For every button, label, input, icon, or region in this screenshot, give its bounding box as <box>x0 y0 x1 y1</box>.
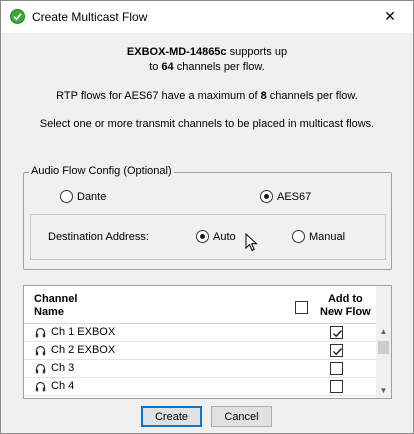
dante-radio-circle[interactable] <box>60 190 73 203</box>
dante-radio-label: Dante <box>77 190 107 203</box>
audio-flow-config-legend: Audio Flow Config (Optional) <box>29 165 174 177</box>
manual-radio-label: Manual <box>309 230 346 243</box>
supports-text: supports up <box>226 46 288 58</box>
scroll-down-icon[interactable]: ▼ <box>376 383 391 398</box>
select-all-checkbox[interactable] <box>295 301 308 314</box>
mouse-pointer-icon <box>245 233 258 252</box>
destination-address-label: Destination Address: <box>48 231 149 243</box>
aes67-radio-label: AES67 <box>277 190 312 203</box>
cancel-button[interactable]: Cancel <box>211 406 272 427</box>
add-to-new-flow-header: Add to New Flow <box>320 293 371 319</box>
green-check-icon <box>10 9 25 24</box>
device-support-line2: to 64 channels per flow. <box>1 61 413 73</box>
to-text: to <box>149 61 162 73</box>
scrollbar-thumb[interactable] <box>378 341 389 354</box>
per-flow-text: channels per flow. <box>173 61 265 73</box>
table-row[interactable]: Ch 3 <box>24 360 378 378</box>
table-row[interactable]: Ch 2 EXBOX <box>24 342 378 360</box>
auto-radio-label: Auto <box>213 230 236 243</box>
table-header: Channel Name Add to New Flow <box>24 286 378 324</box>
channel-table: Channel Name Add to New Flow Ch 1 EXBOX … <box>23 285 392 399</box>
table-row[interactable]: Ch 4 <box>24 378 378 396</box>
dante-radio[interactable]: Dante <box>60 190 106 203</box>
channel-name-header: Channel Name <box>34 293 77 319</box>
rtp-limit-text: RTP flows for AES67 have a maximum of 8 … <box>1 90 413 102</box>
manual-radio-circle[interactable] <box>292 230 305 243</box>
channel-count: 64 <box>161 61 174 73</box>
auto-radio[interactable]: Auto <box>196 230 236 243</box>
aes67-radio-circle[interactable] <box>260 190 273 203</box>
channel-name: Ch 4 <box>51 380 75 392</box>
rtp-prefix: RTP flows for AES67 have a maximum of <box>56 90 261 102</box>
add-to-flow-checkbox[interactable] <box>330 362 343 375</box>
channel-name: Ch 3 <box>51 362 75 374</box>
aes67-radio[interactable]: AES67 <box>260 190 311 203</box>
channel-header-line1: Channel <box>34 293 78 305</box>
channel-header-line2: Name <box>34 306 64 318</box>
table-row[interactable]: Ch 1 EXBOX <box>24 324 378 342</box>
manual-radio[interactable]: Manual <box>292 230 345 243</box>
add-to-flow-checkbox[interactable] <box>330 344 343 357</box>
rtp-suffix: channels per flow. <box>266 90 358 102</box>
create-multicast-flow-dialog: Create Multicast Flow ✕ EXBOX-MD-14865c … <box>0 0 414 434</box>
add-to-flow-checkbox[interactable] <box>330 326 343 339</box>
add-header-line2: New Flow <box>320 306 371 318</box>
close-icon: ✕ <box>384 8 396 24</box>
headphones-icon <box>35 381 46 392</box>
table-scrollbar[interactable]: ▲ ▼ <box>376 286 391 398</box>
headphones-icon <box>35 345 46 356</box>
headphones-icon <box>35 363 46 374</box>
add-to-flow-checkbox[interactable] <box>330 380 343 393</box>
channel-name: Ch 2 EXBOX <box>51 344 116 356</box>
window-title: Create Multicast Flow <box>32 10 148 24</box>
device-support-line1: EXBOX-MD-14865c supports up <box>1 46 413 58</box>
scroll-up-icon[interactable]: ▲ <box>376 324 391 339</box>
instruction-text: Select one or more transmit channels to … <box>39 118 375 130</box>
device-name: EXBOX-MD-14865c <box>126 46 227 58</box>
auto-radio-circle[interactable] <box>196 230 209 243</box>
channel-name: Ch 1 EXBOX <box>51 326 116 338</box>
headphones-icon <box>35 327 46 338</box>
title-bar: Create Multicast Flow ✕ <box>1 1 413 33</box>
add-header-line1: Add to <box>327 293 363 305</box>
create-button[interactable]: Create <box>141 406 202 427</box>
close-button[interactable]: ✕ <box>367 1 413 32</box>
